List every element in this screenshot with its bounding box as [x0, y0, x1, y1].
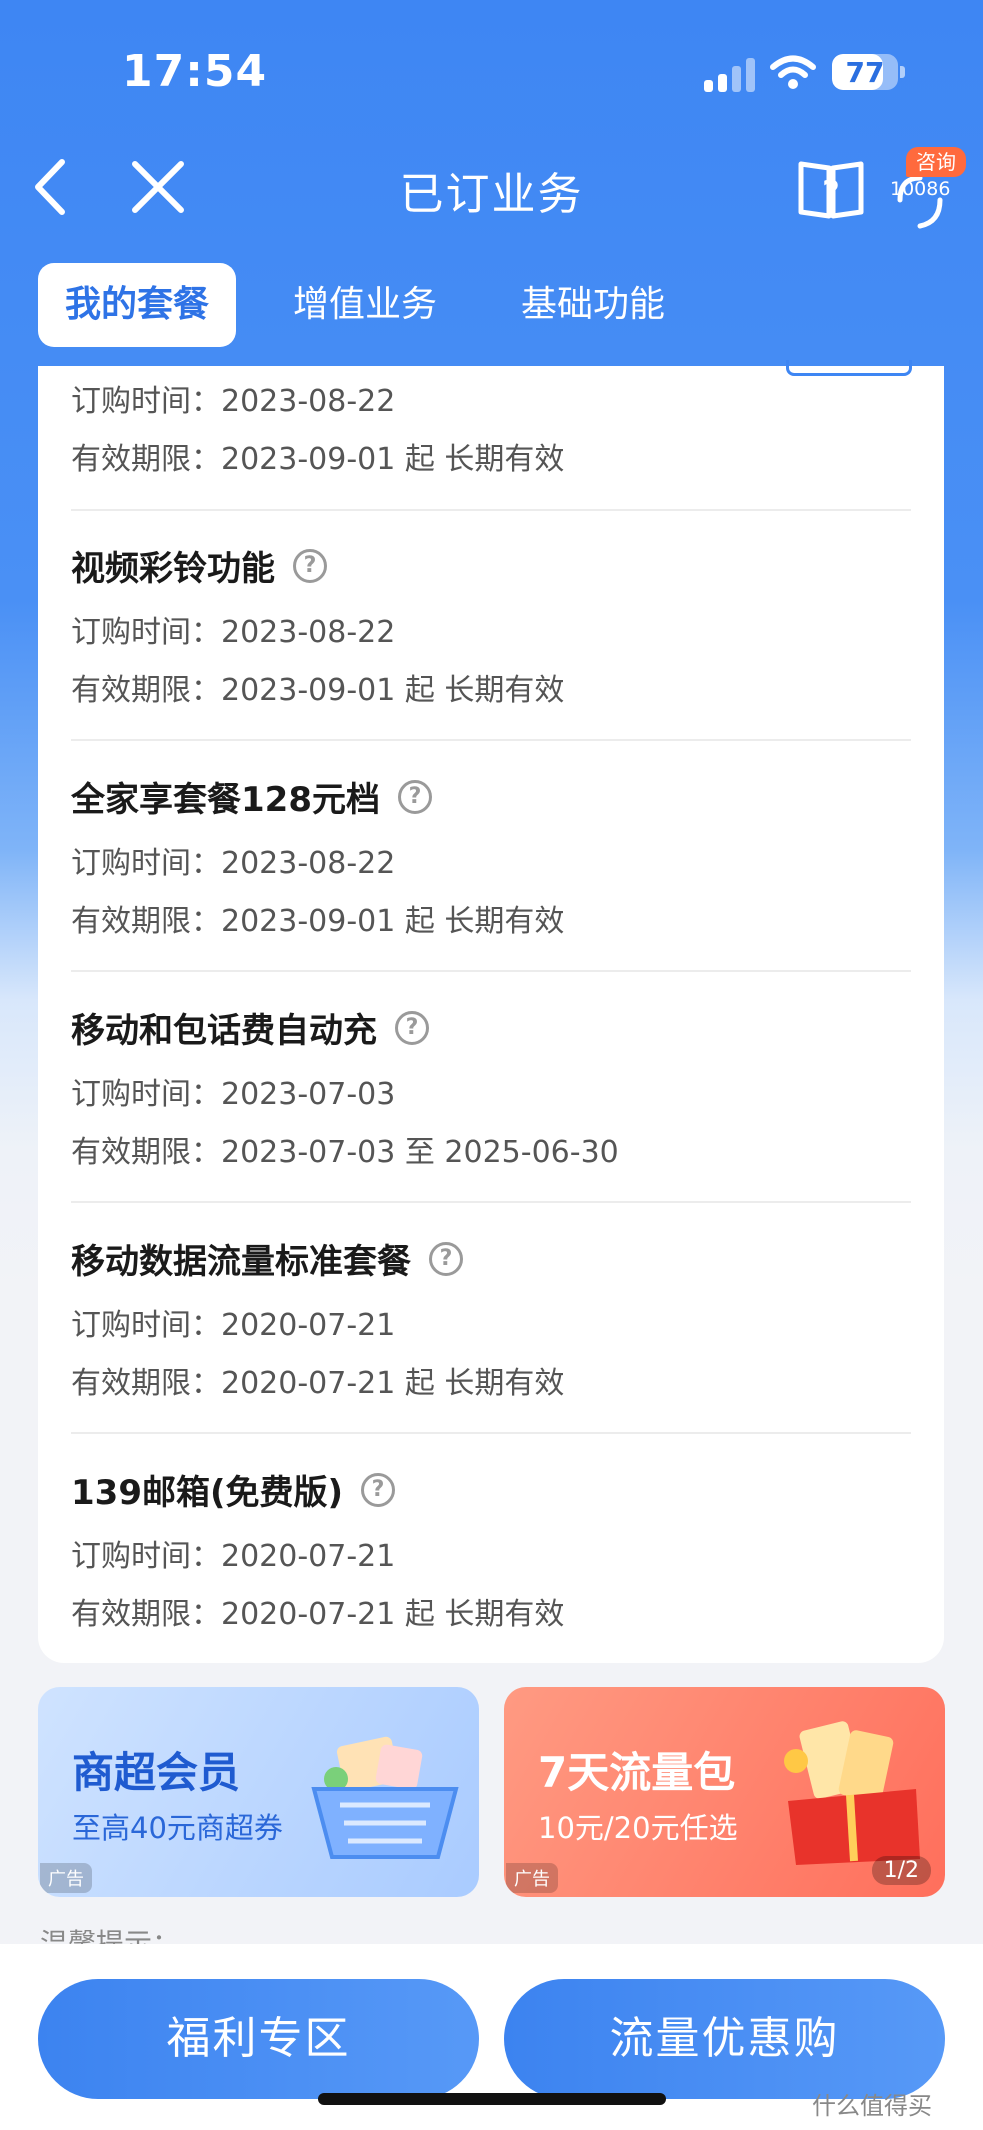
item-name: 移动数据流量标准套餐?	[71, 1234, 463, 1283]
item-name: 139邮箱(免费版)?	[71, 1465, 396, 1514]
validity: 有效期限：2023-09-01 起 长期有效	[71, 442, 565, 477]
home-indicator[interactable]	[318, 2093, 666, 2105]
item-name: 移动和包话费自动充?	[71, 1003, 429, 1052]
consult-number: 10086	[890, 178, 951, 200]
ad-title: 商超会员	[72, 1748, 241, 1797]
validity: 有效期限：2023-09-01 起 长期有效	[71, 904, 565, 939]
subscription-list-card: 订购时间：2023-08-22 有效期限：2023-09-01 起 长期有效 视…	[38, 366, 944, 1663]
battery-level: 77	[845, 56, 885, 89]
validity: 有效期限：2023-07-03 至 2025-06-30	[71, 1135, 619, 1170]
order-time: 订购时间：2023-07-03	[71, 1077, 396, 1112]
order-time: 订购时间：2020-07-21	[71, 1539, 396, 1574]
validity: 有效期限：2023-09-01 起 长期有效	[71, 673, 565, 708]
ad-subtitle: 10元/20元任选	[538, 1811, 738, 1845]
item-name-text: 移动数据流量标准套餐	[71, 1242, 411, 1282]
order-time: 订购时间：2020-07-21	[71, 1308, 396, 1343]
order-time: 订购时间：2023-08-22	[71, 384, 396, 419]
item-name: 视频彩铃功能?	[71, 541, 327, 590]
ad-tag: 广告	[40, 1863, 92, 1893]
tab-value-added[interactable]: 增值业务	[272, 263, 458, 347]
ad-banner-data-pack[interactable]: 7天流量包 10元/20元任选 广告 1/2	[504, 1687, 945, 1897]
divider	[71, 509, 911, 511]
divider	[71, 739, 911, 741]
validity: 有效期限：2020-07-21 起 长期有效	[71, 1366, 565, 1401]
ad-title: 7天流量包	[538, 1748, 736, 1797]
help-icon[interactable]: ?	[397, 779, 432, 814]
help-book-glyph: ?	[822, 175, 839, 210]
partial-action-button[interactable]	[786, 360, 912, 376]
ad-subtitle: 至高40元商超券	[72, 1811, 283, 1845]
help-book-icon[interactable]: ?	[796, 158, 866, 220]
battery-tip	[900, 66, 905, 78]
help-icon[interactable]: ?	[293, 548, 327, 583]
item-name-text: 移动和包话费自动充	[71, 1011, 377, 1051]
help-icon[interactable]: ?	[395, 1010, 429, 1045]
item-name-text: 视频彩铃功能	[71, 549, 275, 589]
divider	[71, 1201, 911, 1203]
welfare-zone-button[interactable]: 福利专区	[38, 1979, 479, 2099]
shopping-basket-icon	[311, 1736, 459, 1859]
battery-icon: 77	[832, 54, 898, 90]
ad-tag: 广告	[506, 1863, 558, 1893]
carousel-pager: 1/2	[871, 1856, 931, 1885]
divider	[71, 970, 911, 972]
watermark-text: 什么值得买	[812, 2092, 932, 2120]
data-deal-button[interactable]: 流量优惠购	[504, 1979, 945, 2099]
tab-basic-functions[interactable]: 基础功能	[500, 263, 686, 347]
item-name: 全家享套餐128元档?	[71, 772, 432, 821]
ad-banner-supermarket[interactable]: 商超会员 至高40元商超券 广告	[38, 1687, 479, 1897]
status-time: 17:54	[122, 46, 268, 97]
item-name-text: 全家享套餐128元档	[71, 780, 380, 820]
validity: 有效期限：2020-07-21 起 长期有效	[71, 1597, 565, 1632]
help-icon[interactable]: ?	[361, 1472, 396, 1507]
divider	[71, 1432, 911, 1434]
item-name-text: 139邮箱(免费版)	[71, 1473, 344, 1513]
order-time: 订购时间：2023-08-22	[71, 615, 396, 650]
consult-badge: 咨询	[906, 147, 966, 177]
help-icon[interactable]: ?	[429, 1241, 463, 1276]
tab-my-plan[interactable]: 我的套餐	[38, 263, 236, 347]
cellular-signal-icon	[704, 58, 756, 92]
wifi-icon	[770, 55, 816, 89]
order-time: 订购时间：2023-08-22	[71, 846, 396, 881]
gift-box-icon	[784, 1721, 920, 1865]
